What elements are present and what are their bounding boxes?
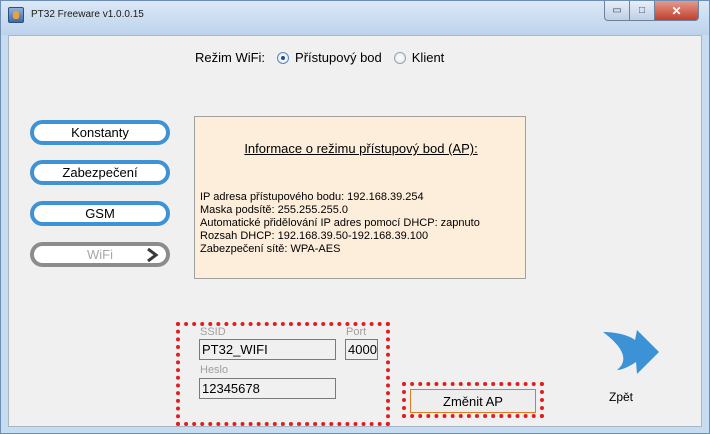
radio-access-point[interactable]: Přístupový bod [277,50,382,65]
radio-access-point-label: Přístupový bod [295,50,382,65]
app-icon [8,7,24,23]
radio-client-dot[interactable] [393,51,406,64]
info-heading: Informace o režimu přístupový bod (AP): [244,141,478,156]
maximize-icon: □ [638,5,646,16]
radio-client-label: Klient [411,50,445,65]
info-panel: Informace o režimu přístupový bod (AP): … [194,116,526,279]
maximize-button[interactable]: □ [630,1,655,21]
title-bar[interactable]: PT32 Freeware v1.0.0.15 ▭ □ ✕ [1,1,709,35]
nav-button-label: Zabezpečení [62,165,138,180]
credentials-group: SSID PT32_WIFI Port 4000 Heslo 12345678 [176,322,390,426]
close-button[interactable]: ✕ [655,1,699,21]
change-ap-group: Změnit AP [402,382,544,418]
ssid-field[interactable]: PT32_WIFI [199,339,336,360]
port-label: Port [346,326,367,338]
info-line-dhcp-range: Rozsah DHCP: 192.168.39.50-192.168.39.10… [200,230,429,242]
radio-client[interactable]: Klient [393,50,445,65]
chevron-right-icon [144,247,160,268]
nav-button-zabezpeceni[interactable]: Zabezpečení [30,160,170,185]
minimize-icon: ▭ [612,5,622,16]
nav-button-label: GSM [85,206,115,221]
port-field[interactable]: 4000 [345,339,378,360]
wifi-mode-label: Režim WiFi: [195,50,266,65]
info-line-dhcp: Automatické přidělování IP adres pomocí … [200,217,480,229]
window-controls: ▭ □ ✕ [604,1,699,21]
password-label: Heslo [200,364,229,376]
minimize-button[interactable]: ▭ [604,1,630,21]
app-window: PT32 Freeware v1.0.0.15 ▭ □ ✕ Režim WiFi… [0,0,710,434]
nav-button-gsm[interactable]: GSM [30,201,170,226]
info-line-ip: IP adresa přístupového bodu: 192.168.39.… [200,191,424,203]
main-panel: Režim WiFi: Přístupový bod Klient Konsta… [8,35,702,427]
back-label[interactable]: Zpět [609,390,633,404]
info-line-mask: Maska podsítě: 255.255.255.0 [200,204,348,216]
change-ap-label: Změnit AP [443,393,503,409]
window-title: PT32 Freeware v1.0.0.15 [31,9,144,20]
close-icon: ✕ [671,3,682,18]
info-lines: IP adresa přístupového bodu: 192.168.39.… [200,191,480,256]
arrow-back-icon[interactable] [597,328,663,378]
nav-button-wifi[interactable]: WiFi [30,242,170,267]
password-field[interactable]: 12345678 [199,378,336,399]
radio-access-point-dot[interactable] [277,51,290,64]
nav-button-label: WiFi [87,247,113,262]
change-ap-button[interactable]: Změnit AP [410,389,536,413]
nav-button-label: Konstanty [71,125,129,140]
nav-button-konstanty[interactable]: Konstanty [30,120,170,145]
wifi-mode-selector: Režim WiFi: Přístupový bod Klient [195,50,444,65]
info-line-security: Zabezpečení sítě: WPA-AES [200,243,341,255]
ssid-label: SSID [200,326,226,338]
